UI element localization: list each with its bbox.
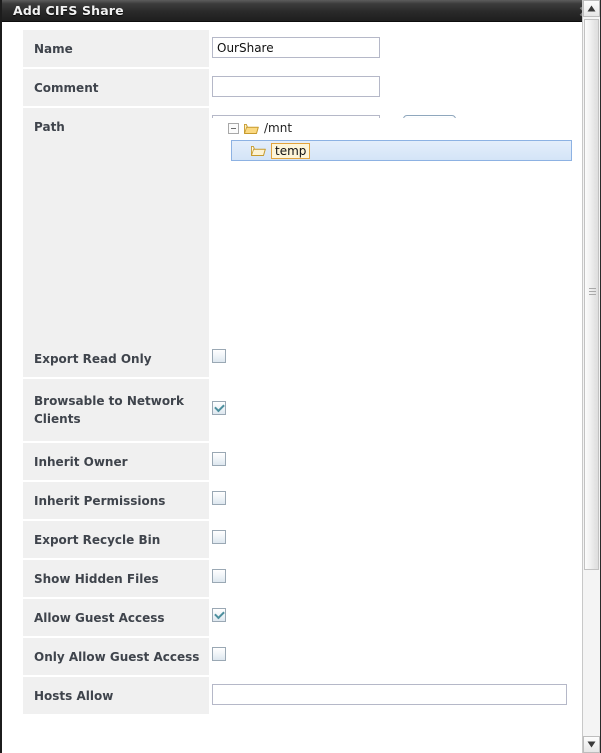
label-hosts-allow: Hosts Allow	[23, 677, 209, 714]
label-comment: Comment	[23, 69, 209, 106]
tree-node-mnt-label: /mnt	[264, 121, 293, 135]
checkbox-inherit-owner[interactable]	[212, 452, 226, 466]
cifs-share-form: Name Comment Path Close	[2, 22, 582, 714]
dialog-content: Name Comment Path Close	[2, 22, 582, 753]
form-row-comment: Comment	[2, 69, 582, 106]
collapse-minus-icon[interactable]	[228, 122, 239, 134]
form-row-only-allow-guest-access: Only Allow Guest Access	[2, 638, 582, 675]
tree-node-temp[interactable]: temp	[231, 140, 572, 161]
checkbox-only-allow-guest-access[interactable]	[212, 647, 226, 661]
open-folder-icon	[244, 123, 259, 134]
dialog-titlebar: Add CIFS Share	[2, 0, 600, 22]
label-name: Name	[23, 30, 209, 67]
checkbox-show-hidden-files[interactable]	[212, 569, 226, 583]
path-tree: /mnt temp	[212, 118, 574, 340]
dialog-title: Add CIFS Share	[13, 3, 124, 18]
form-row-inherit-owner: Inherit Owner	[2, 443, 582, 480]
name-input[interactable]	[212, 37, 380, 58]
form-row-inherit-permissions: Inherit Permissions	[2, 482, 582, 519]
scroll-up-arrow-icon[interactable]	[583, 0, 600, 17]
label-export-read-only: Export Read Only	[23, 340, 209, 377]
label-show-hidden-files: Show Hidden Files	[23, 560, 209, 597]
checkbox-inherit-permissions[interactable]	[212, 491, 226, 505]
scrollbar-grip-icon	[589, 288, 596, 295]
form-row-browsable: Browsable to Network Clients	[2, 379, 582, 441]
field-allow-guest-access	[209, 599, 582, 636]
field-show-hidden-files	[209, 560, 582, 597]
field-only-allow-guest-access	[209, 638, 582, 675]
vertical-scrollbar[interactable]	[582, 0, 600, 753]
label-only-allow-guest-access: Only Allow Guest Access	[23, 638, 209, 675]
scroll-down-arrow-icon[interactable]	[583, 736, 600, 753]
form-row-show-hidden-files: Show Hidden Files	[2, 560, 582, 597]
field-hosts-allow	[209, 677, 582, 714]
label-inherit-permissions: Inherit Permissions	[23, 482, 209, 519]
add-cifs-share-dialog: Add CIFS Share Name Comment	[0, 0, 601, 753]
field-inherit-owner	[209, 443, 582, 480]
label-export-recycle-bin: Export Recycle Bin	[23, 521, 209, 558]
label-browsable: Browsable to Network Clients	[23, 379, 209, 441]
field-browsable	[209, 379, 582, 441]
field-inherit-permissions	[209, 482, 582, 519]
label-allow-guest-access: Allow Guest Access	[23, 599, 209, 636]
field-export-recycle-bin	[209, 521, 582, 558]
hosts-allow-input[interactable]	[212, 684, 567, 705]
form-row-export-read-only: Export Read Only	[2, 340, 582, 377]
field-name	[209, 30, 582, 67]
form-row-export-recycle-bin: Export Recycle Bin	[2, 521, 582, 558]
form-row-hosts-allow: Hosts Allow	[2, 677, 582, 714]
checkbox-export-recycle-bin[interactable]	[212, 530, 226, 544]
checkbox-export-read-only[interactable]	[212, 349, 226, 363]
checkbox-allow-guest-access[interactable]	[212, 608, 226, 622]
form-row-name: Name	[2, 30, 582, 67]
open-folder-icon	[251, 146, 266, 156]
comment-input[interactable]	[212, 76, 380, 97]
form-row-allow-guest-access: Allow Guest Access	[2, 599, 582, 636]
scrollbar-thumb[interactable]	[584, 19, 599, 570]
label-inherit-owner: Inherit Owner	[23, 443, 209, 480]
label-path: Path	[23, 108, 209, 368]
checkbox-browsable[interactable]	[212, 401, 226, 415]
tree-node-mnt[interactable]: /mnt	[212, 118, 574, 138]
field-comment	[209, 69, 582, 106]
tree-node-temp-label: temp	[271, 142, 311, 159]
field-export-read-only	[209, 340, 582, 377]
